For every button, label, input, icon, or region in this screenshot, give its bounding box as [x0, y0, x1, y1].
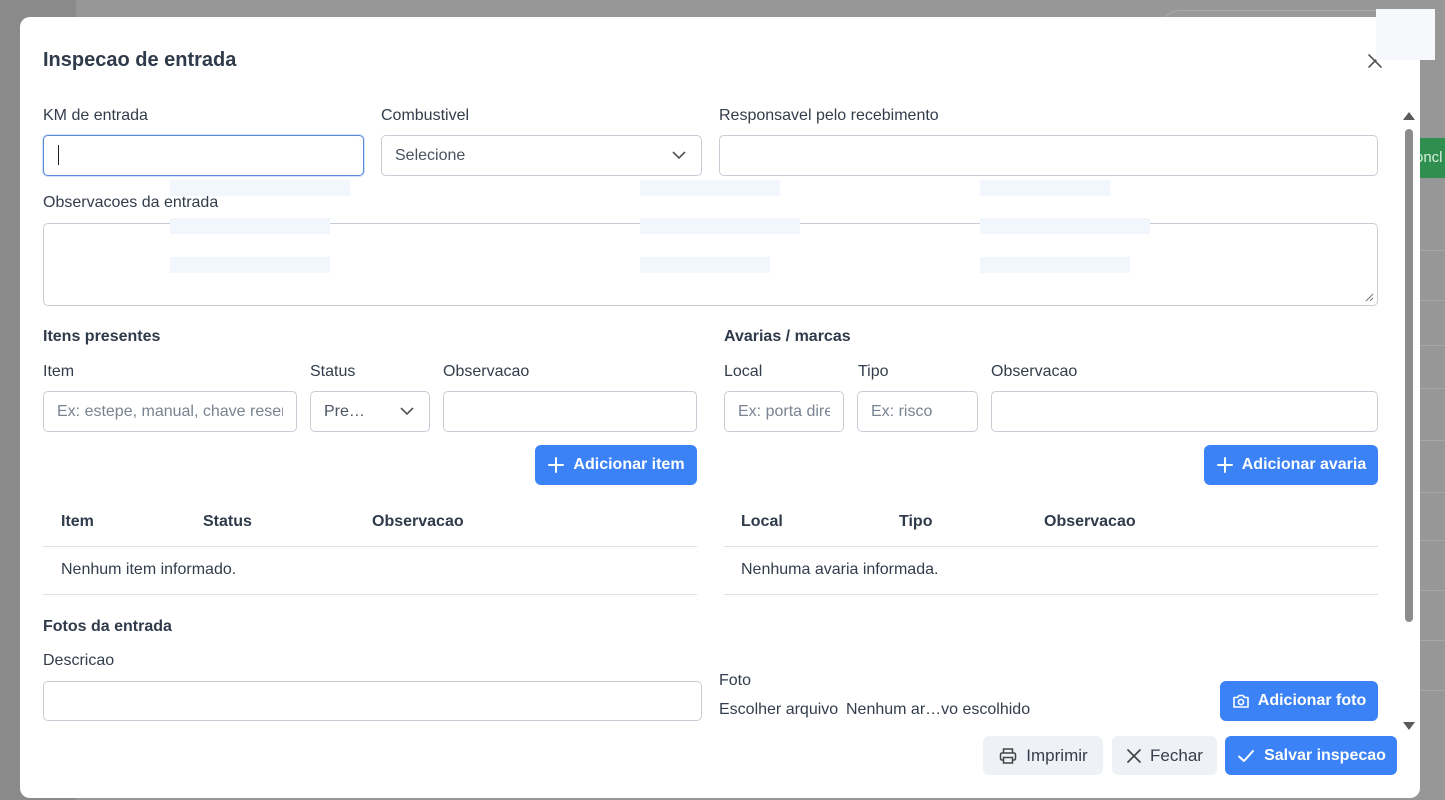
- avarias-header-observacao: Observacao: [1044, 513, 1136, 530]
- add-photo-button[interactable]: Adicionar foto: [1220, 681, 1378, 721]
- descricao-input[interactable]: [43, 681, 702, 721]
- loading-skeleton: [640, 218, 800, 234]
- choose-file-button[interactable]: Escolher arquivo: [719, 701, 838, 719]
- inspection-modal: Inspecao de entrada KM de entrada Combus…: [20, 17, 1420, 798]
- foto-label: Foto: [719, 672, 752, 689]
- text-caret: [58, 145, 59, 165]
- background-divider: [1420, 440, 1445, 441]
- tipo-label: Tipo: [858, 363, 889, 380]
- background-divider: [1420, 540, 1445, 541]
- camera-icon: [1232, 694, 1249, 708]
- itens-header-observacao: Observacao: [372, 513, 464, 530]
- table-divider: [43, 594, 697, 595]
- item-obs-label: Observacao: [443, 363, 530, 380]
- background-divider: [1420, 300, 1445, 301]
- avaria-obs-input[interactable]: [991, 391, 1378, 432]
- background-divider: [1420, 345, 1445, 346]
- close-icon: [1127, 748, 1141, 763]
- combustivel-selected: Selecione: [395, 147, 466, 164]
- add-avaria-button[interactable]: Adicionar avaria: [1204, 445, 1378, 485]
- printer-icon: [1000, 747, 1017, 764]
- scrollbar-thumb[interactable]: [1405, 129, 1413, 622]
- avarias-header-local: Local: [741, 513, 783, 530]
- add-item-button[interactable]: Adicionar item: [535, 445, 697, 485]
- background-divider: [1420, 690, 1445, 691]
- loading-skeleton: [640, 257, 770, 273]
- combustivel-select[interactable]: Selecione: [381, 135, 702, 176]
- modal-title: Inspecao de entrada: [43, 49, 237, 71]
- itens-section-title: Itens presentes: [43, 328, 161, 345]
- tipo-input[interactable]: [857, 391, 978, 432]
- fechar-button[interactable]: Fechar: [1112, 736, 1217, 775]
- status-label: Status: [310, 363, 356, 380]
- loading-skeleton: [980, 257, 1130, 273]
- background-divider: [1420, 590, 1445, 591]
- chevron-down-icon: [400, 407, 414, 416]
- plus-icon: [548, 457, 565, 473]
- table-divider: [724, 546, 1378, 547]
- item-obs-input[interactable]: [443, 391, 697, 432]
- descricao-label: Descricao: [43, 652, 115, 669]
- loading-skeleton: [640, 180, 780, 196]
- itens-header-status: Status: [203, 513, 252, 530]
- loading-skeleton: [170, 257, 330, 273]
- chevron-down-icon: [672, 151, 686, 160]
- file-status-text: Nenhum ar…vo escolhido: [846, 701, 1031, 718]
- save-inspection-button[interactable]: Salvar inspecao: [1225, 736, 1397, 775]
- print-button[interactable]: Imprimir: [983, 736, 1103, 775]
- avarias-header-tipo: Tipo: [899, 513, 933, 530]
- avaria-obs-label: Observacao: [991, 363, 1078, 380]
- local-input[interactable]: [724, 391, 844, 432]
- add-item-label: Adicionar item: [573, 456, 685, 473]
- combustivel-label: Combustivel: [381, 107, 470, 124]
- itens-empty-message: Nenhum item informado.: [61, 561, 237, 578]
- local-label: Local: [724, 363, 763, 380]
- table-divider: [724, 594, 1378, 595]
- loading-skeleton: [170, 180, 350, 196]
- scroll-down-arrow[interactable]: [1403, 722, 1415, 730]
- background-divider: [1420, 388, 1445, 389]
- background-divider: [1420, 250, 1445, 251]
- loading-skeleton: [980, 180, 1110, 196]
- background-divider: [1420, 640, 1445, 641]
- item-label: Item: [43, 363, 75, 380]
- add-avaria-label: Adicionar avaria: [1241, 456, 1367, 473]
- resize-grip-icon[interactable]: [1365, 293, 1374, 302]
- observacoes-label: Observacoes da entrada: [43, 194, 219, 211]
- responsavel-label: Responsavel pelo recebimento: [719, 107, 939, 124]
- save-label: Salvar inspecao: [1264, 746, 1386, 764]
- km-label: KM de entrada: [43, 107, 148, 124]
- status-select[interactable]: Pre…: [310, 391, 430, 432]
- check-icon: [1238, 749, 1255, 762]
- avarias-empty-message: Nenhuma avaria informada.: [741, 561, 939, 578]
- background-corner-box: [1376, 9, 1435, 60]
- scroll-up-arrow[interactable]: [1403, 112, 1415, 120]
- loading-skeleton: [170, 218, 330, 234]
- item-input[interactable]: [43, 391, 297, 432]
- km-field-wrapper: [43, 135, 364, 176]
- background-divider: [1420, 492, 1445, 493]
- status-selected: Pre…: [324, 403, 365, 420]
- add-photo-label: Adicionar foto: [1257, 692, 1367, 709]
- table-divider: [43, 546, 697, 547]
- itens-header-item: Item: [61, 513, 94, 530]
- km-input[interactable]: [43, 135, 364, 176]
- fechar-label: Fechar: [1150, 745, 1203, 765]
- plus-icon: [1216, 457, 1233, 473]
- fotos-section-title: Fotos da entrada: [43, 618, 172, 635]
- avarias-section-title: Avarias / marcas: [724, 328, 851, 345]
- loading-skeleton: [980, 218, 1150, 234]
- responsavel-input[interactable]: [719, 135, 1378, 176]
- print-label: Imprimir: [1026, 745, 1088, 765]
